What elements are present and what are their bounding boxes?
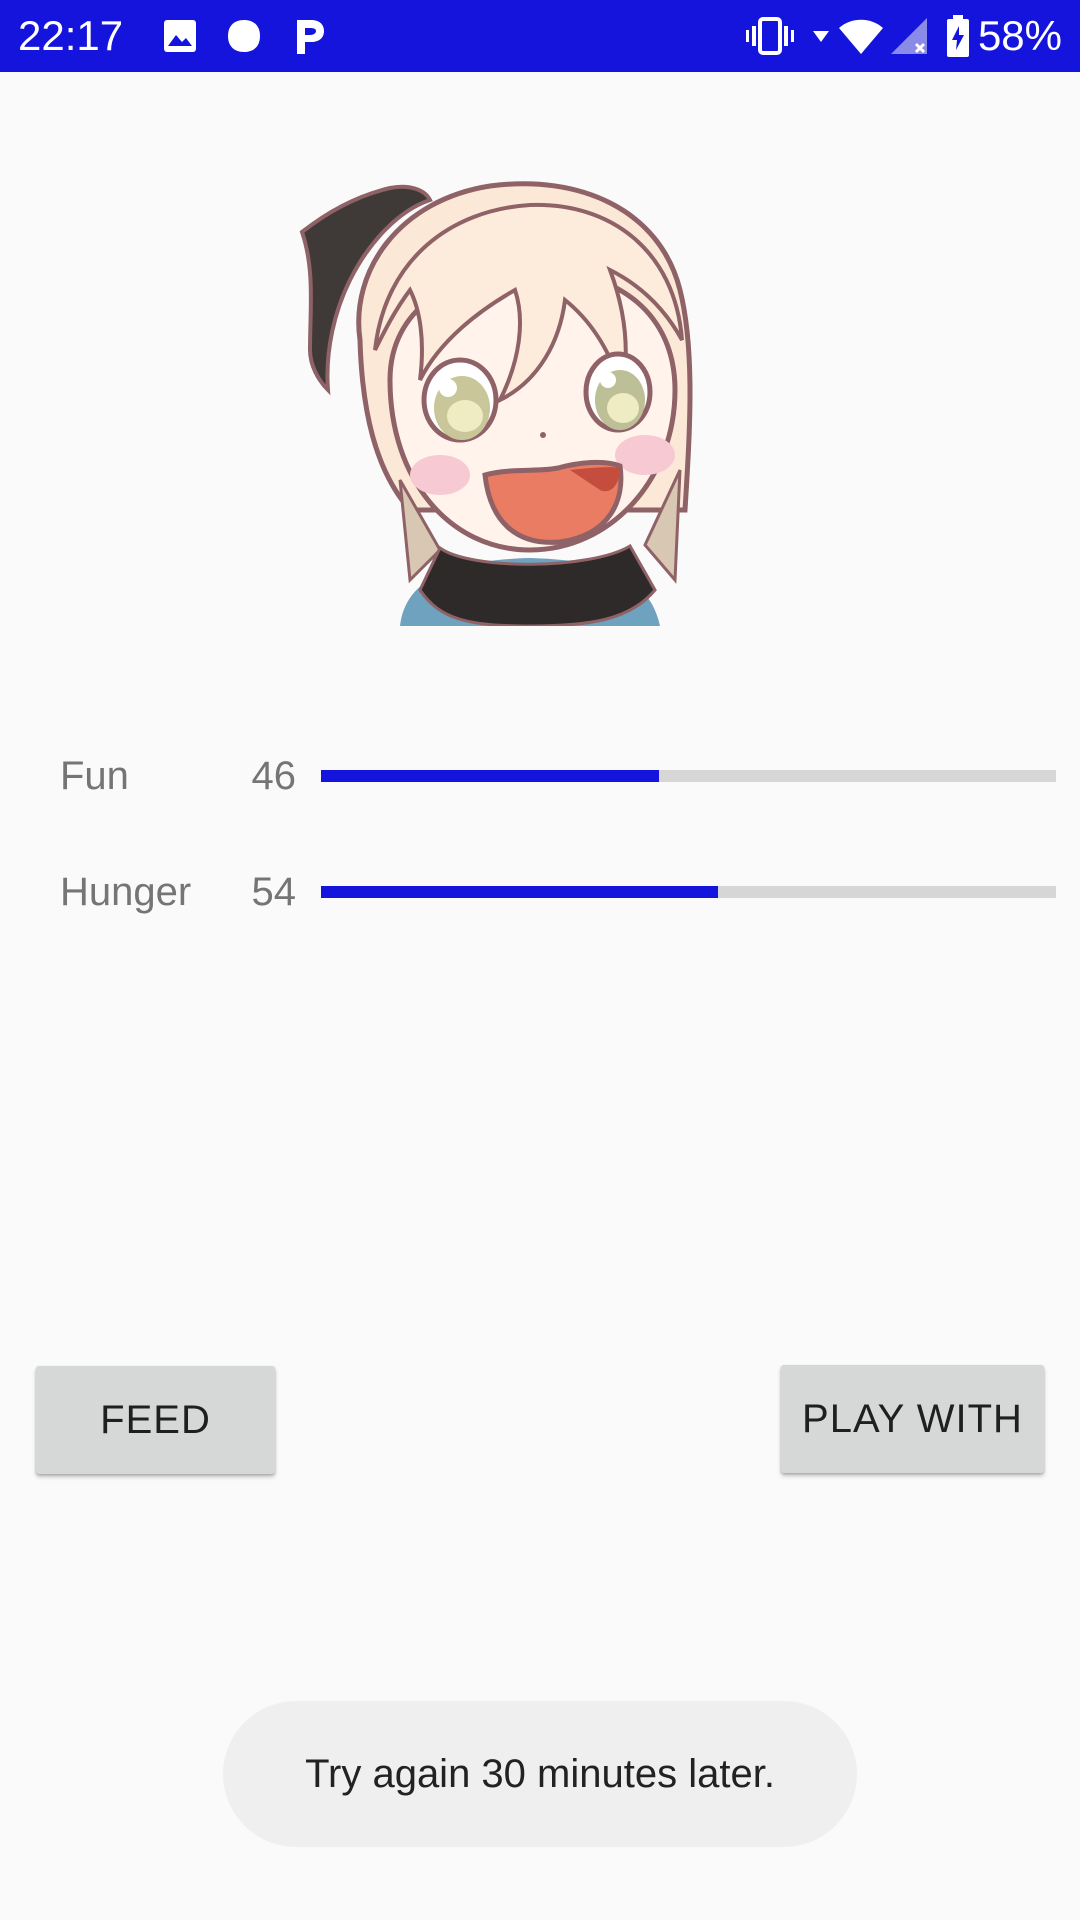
fun-progress-bar	[321, 770, 1056, 782]
toast-message: Try again 30 minutes later.	[223, 1701, 857, 1847]
stat-value-hunger: 54	[251, 870, 297, 914]
cell-signal-icon	[888, 14, 930, 58]
play-with-button[interactable]: PLAY WITH	[781, 1365, 1044, 1473]
data-arrow-icon	[810, 14, 832, 58]
battery-percent: 58%	[977, 12, 1062, 59]
stat-label-fun: Fun	[60, 754, 129, 798]
status-bar: 22:17 58%	[0, 0, 1080, 72]
stat-row-fun: Fun 46	[0, 746, 1080, 806]
feed-button[interactable]: FEED	[36, 1366, 275, 1474]
battery-icon	[944, 14, 972, 58]
stat-row-hunger: Hunger 54	[0, 862, 1080, 922]
fun-progress-fill	[321, 770, 660, 782]
anime-girl-pet-image	[290, 150, 770, 628]
stat-label-hunger: Hunger	[60, 870, 192, 914]
vibrate-icon	[744, 14, 796, 58]
stat-value-fun: 46	[251, 754, 297, 798]
image-icon	[160, 14, 200, 58]
circle-notification-icon	[224, 14, 264, 58]
wifi-icon	[836, 14, 886, 58]
hunger-progress-bar	[321, 886, 1056, 898]
p-notification-icon	[292, 14, 328, 58]
hunger-progress-fill	[321, 886, 718, 898]
status-time: 22:17	[18, 12, 124, 59]
